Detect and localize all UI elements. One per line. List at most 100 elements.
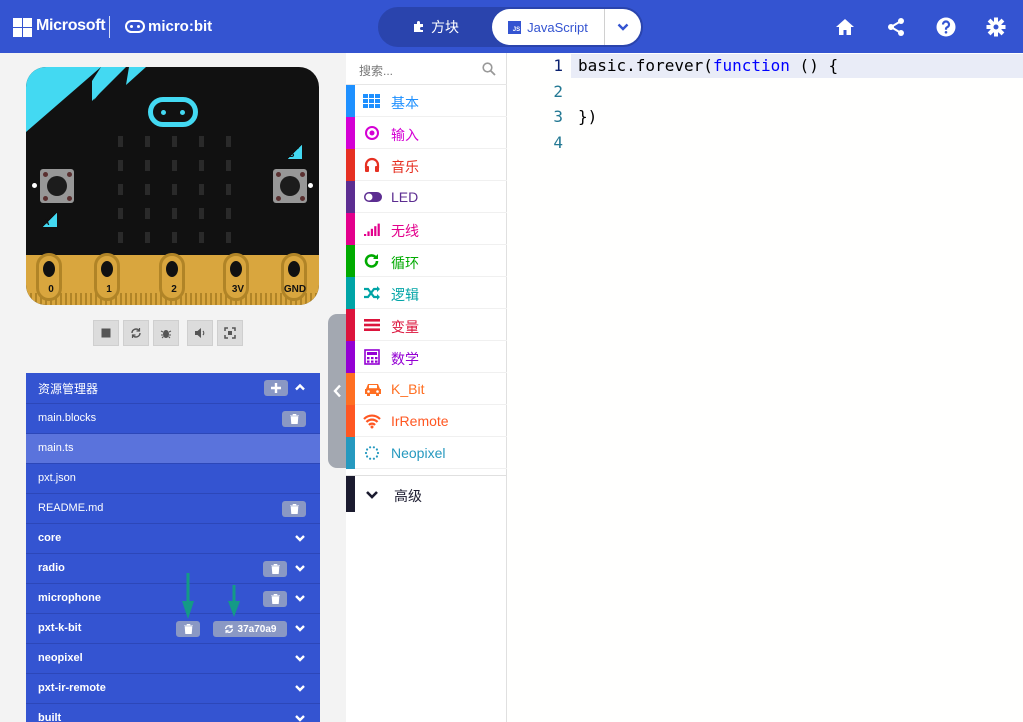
file-item[interactable]: main.blocks [26,403,320,433]
toolbox-category[interactable]: 循环 [346,245,507,277]
code-line-3[interactable]: }) [578,107,597,126]
chevron-down-icon[interactable] [294,592,306,604]
category-label: 基本 [391,95,419,111]
toolbox-category[interactable]: 基本 [346,85,507,117]
led [145,208,150,219]
file-item[interactable]: README.md [26,493,320,523]
toolbox-category[interactable]: 数学 [346,341,507,373]
toolbox-category[interactable]: 输入 [346,117,507,149]
category-color-bar [346,277,355,309]
led [199,136,204,147]
led [226,160,231,171]
advanced-color-bar [346,476,355,512]
update-package-button[interactable]: 37a70a9 [213,621,287,637]
chevron-down-icon[interactable] [294,562,306,574]
file-item[interactable]: pxt.json [26,463,320,493]
header-divider [109,16,110,38]
search-input[interactable]: 搜索... [359,62,393,79]
led [199,184,204,195]
line-number: 1 [553,56,563,75]
category-label: 数学 [391,351,419,367]
blocks-mode-button[interactable]: 方块 [380,9,492,45]
settings-icon[interactable] [985,16,1007,38]
collapse-simulator-button[interactable] [328,314,346,468]
led [199,232,204,243]
toolbox-category[interactable]: 无线 [346,213,507,245]
right-edge-dot [308,183,313,188]
debug-icon[interactable] [153,320,179,346]
button-a-screw [67,172,72,177]
left-edge-dot [32,183,37,188]
code-line-1[interactable]: basic.forever(function () { [578,56,838,75]
file-name: main.ts [38,442,74,454]
stop-icon[interactable] [93,320,119,346]
code-keyword: function [712,56,790,75]
toolbox-category[interactable]: LED [346,181,507,213]
delete-file-button[interactable] [282,501,306,517]
editor-mode-toggle: 方块 JS JavaScript [378,7,643,47]
category-label: 无线 [391,223,419,239]
circle-dots-icon [363,445,381,461]
remove-package-button[interactable] [263,591,287,607]
toolbox-category[interactable]: 音乐 [346,149,507,181]
package-item[interactable]: microphone [26,583,320,613]
fullscreen-icon[interactable] [217,320,243,346]
chevron-up-icon[interactable] [294,381,306,393]
chevron-down-icon[interactable] [294,712,306,722]
package-item[interactable]: built [26,703,320,722]
category-label: 逻辑 [391,287,419,303]
toolbox-search[interactable]: 搜索... [346,53,507,85]
toolbox-category[interactable]: IrRemote [346,405,507,437]
toggle-icon [363,189,382,205]
file-name: main.blocks [38,412,97,424]
javascript-mode-label: JavaScript [527,19,588,35]
explorer-title: 资源管理器 [38,382,99,396]
package-item[interactable]: neopixel [26,643,320,673]
target-icon [363,125,381,141]
help-icon[interactable] [935,16,957,38]
home-icon[interactable] [834,16,856,38]
package-item[interactable]: core [26,523,320,553]
toolbox-category[interactable]: Neopixel [346,437,507,469]
led [145,160,150,171]
chevron-down-icon[interactable] [294,622,306,634]
grid-icon [363,93,381,109]
car-icon [363,381,381,397]
delete-file-button[interactable] [282,411,306,427]
remove-package-button[interactable] [176,621,200,637]
microbit-logo-icon [125,20,145,33]
mute-icon[interactable] [187,320,213,346]
toolbox-category[interactable]: 变量 [346,309,507,341]
category-label: Neopixel [391,445,446,461]
package-item[interactable]: pxt-ir-remote [26,673,320,703]
share-icon[interactable] [885,16,907,38]
package-name: neopixel [38,652,83,664]
toolbox-category[interactable]: K_Bit [346,373,507,405]
category-color-bar [346,181,355,213]
toolbox-category[interactable]: 逻辑 [346,277,507,309]
pin-label: 0 [48,284,54,295]
pin-label: 1 [106,284,112,295]
file-item[interactable]: main.ts [26,433,320,463]
led [226,208,231,219]
javascript-mode-button[interactable]: JS JavaScript [492,9,604,45]
category-color-bar [346,373,355,405]
microbit-board[interactable]: A B 0 1 2 3V GND [26,67,319,305]
toolbox-advanced[interactable]: 高级 [346,475,507,512]
add-file-button[interactable] [264,380,288,396]
chevron-down-icon[interactable] [294,682,306,694]
simulator-toolbar [93,320,249,346]
restart-icon[interactable] [123,320,149,346]
led [172,136,177,147]
package-item[interactable]: pxt-k-bit 37a70a9 [26,613,320,643]
remove-package-button[interactable] [263,561,287,577]
chevron-down-icon[interactable] [294,532,306,544]
pin-label: 2 [171,284,177,295]
code-editor[interactable]: 1 2 3 4 basic.forever(function () { }) [507,53,1023,722]
package-item[interactable]: radio [26,553,320,583]
package-name: built [38,712,62,722]
chevron-down-icon[interactable] [294,652,306,664]
explorer-header[interactable]: 资源管理器 [26,373,320,403]
led [226,232,231,243]
language-dropdown-button[interactable] [604,9,641,45]
